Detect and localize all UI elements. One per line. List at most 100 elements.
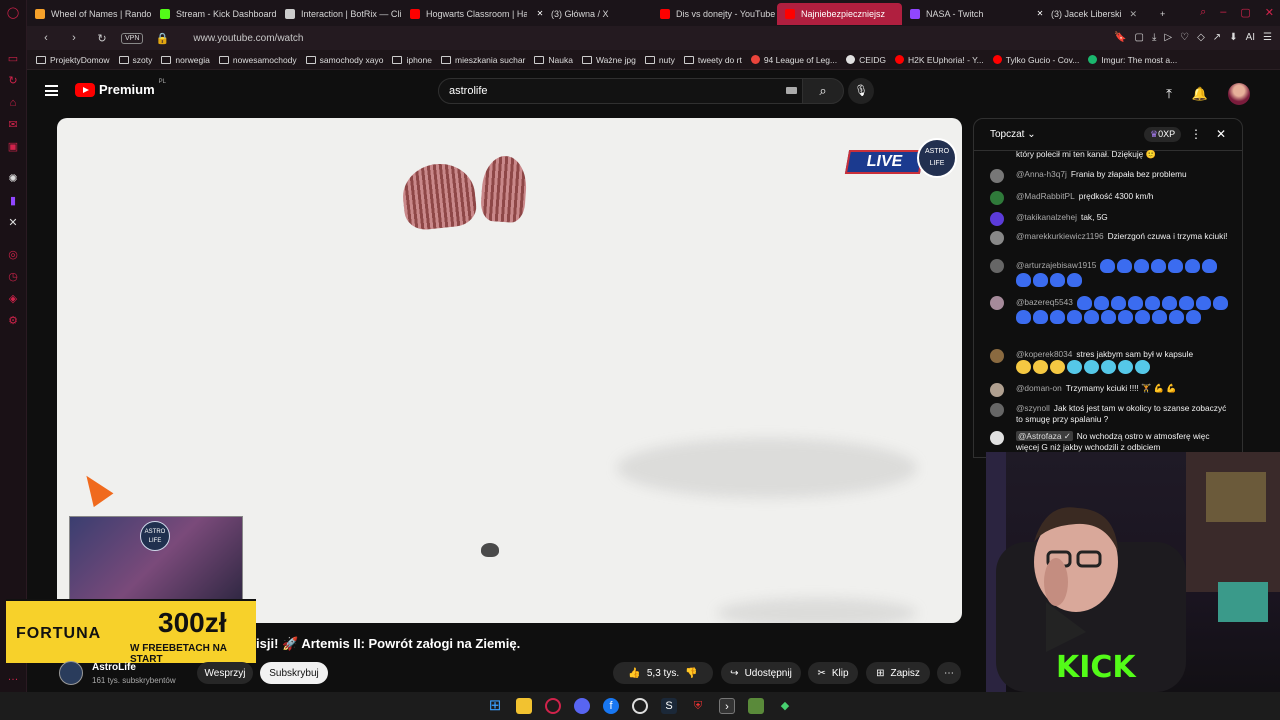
bookmark-icon[interactable]: 🔖	[1114, 32, 1126, 43]
cube-icon[interactable]: ◈	[6, 292, 20, 306]
bookmark-folder[interactable]: nuty	[644, 55, 675, 65]
tab-jacek-liberski[interactable]: ✕ (3) Jacek Liberski ✕	[1027, 3, 1152, 25]
bookmark-site[interactable]: 94 League of Leg...	[750, 55, 837, 65]
youtube-premium-logo[interactable]: Premium PL	[75, 79, 166, 97]
vpn-badge[interactable]: VPN	[121, 32, 144, 44]
chatgpt-icon[interactable]: ✺	[6, 172, 20, 186]
bookmark-folder[interactable]: tweety do rt	[683, 55, 742, 65]
share-button[interactable]: ↪ Udostępnij	[721, 662, 801, 684]
tab-botrix[interactable]: Interaction | BotRix — Cli	[277, 3, 402, 25]
bookmark-folder[interactable]: samochody xayo	[305, 55, 383, 65]
file-explorer-icon[interactable]	[516, 698, 532, 714]
video-player[interactable]: LIVE ASTRO LIFE ASTRO LIFE	[57, 118, 962, 623]
url-field[interactable]: www.youtube.com/watch	[193, 33, 303, 44]
tab-x-home[interactable]: ✕ (3) Główna / X	[527, 3, 652, 25]
keyboard-icon[interactable]	[786, 87, 797, 94]
minimize-button[interactable]: –	[1220, 6, 1226, 19]
opera-gx-icon[interactable]	[545, 698, 561, 714]
message-author[interactable]: @MadRabbitPL	[1016, 191, 1075, 201]
chat-mode-dropdown[interactable]: Topczat ⌄	[990, 129, 1036, 140]
heart-icon[interactable]: ♡	[1180, 32, 1189, 43]
downloads-icon[interactable]: ⬇	[1229, 32, 1237, 43]
search-tabs-icon[interactable]: ⌕	[1200, 6, 1206, 19]
like-icon[interactable]: 👍	[628, 668, 640, 679]
message-author[interactable]: @marekkurkiewicz1196	[1016, 231, 1104, 241]
opera-logo-icon[interactable]: ◯	[6, 6, 20, 20]
voice-search-button[interactable]: 🎙	[848, 78, 874, 104]
share-icon[interactable]: ↗	[1213, 32, 1221, 43]
messenger-icon[interactable]: ✉	[6, 118, 20, 132]
terminal-icon[interactable]: ›	[719, 698, 735, 714]
back-icon[interactable]: ‹	[37, 32, 55, 44]
player-icon[interactable]: ◎	[6, 248, 20, 262]
user-avatar[interactable]	[990, 403, 1004, 417]
close-window-button[interactable]: ✕	[1265, 6, 1274, 19]
bookmark-site[interactable]: Tylko Gucio - Cov...	[992, 55, 1079, 65]
account-avatar[interactable]	[1228, 83, 1250, 105]
forward-icon[interactable]: ›	[65, 32, 83, 44]
ai-button[interactable]: AI	[1246, 32, 1255, 43]
fortuna-ad-banner[interactable]: FORTUNA 300zł W FREEBETACH NA START	[6, 599, 256, 665]
message-author[interactable]: @szynoll	[1016, 403, 1050, 413]
maximize-button[interactable]: ▢	[1240, 6, 1250, 19]
gem-icon[interactable]: ◆	[777, 698, 793, 714]
bookmark-folder[interactable]: mieszkania suchar	[441, 55, 525, 65]
tab-nasa-twitch[interactable]: NASA - Twitch	[902, 3, 1027, 25]
close-chat-icon[interactable]: ✕	[1216, 127, 1226, 141]
message-author[interactable]: @doman-on	[1016, 383, 1062, 393]
more-actions-button[interactable]: ⋯	[937, 662, 961, 684]
shield-icon[interactable]: ⛨	[690, 698, 706, 714]
user-avatar[interactable]	[990, 296, 1004, 310]
mail-icon[interactable]: ▣	[6, 140, 20, 154]
search-button[interactable]: ⌕	[802, 78, 844, 104]
save-button[interactable]: ⊞ Zapisz	[866, 662, 930, 684]
bookmark-folder[interactable]: nowesamochody	[218, 55, 297, 65]
bookmark-site[interactable]: CEIDG	[846, 55, 886, 65]
settings-icon[interactable]: ⚙	[6, 314, 20, 328]
clock-icon[interactable]: ◷	[6, 270, 20, 284]
bookmark-folder[interactable]: norwegia	[161, 55, 210, 65]
tab-hogwarts[interactable]: Hogwarts Classroom | Ha	[402, 3, 527, 25]
hamburger-menu-icon[interactable]	[45, 85, 58, 96]
download-icon[interactable]: ⤓	[1152, 32, 1156, 43]
user-avatar[interactable]	[990, 349, 1004, 363]
dislike-icon[interactable]: 👎	[685, 668, 697, 679]
notifications-bell-icon[interactable]: 🔔	[1192, 86, 1208, 102]
bookmark-folder[interactable]: iphone	[392, 55, 432, 65]
user-avatar[interactable]	[990, 191, 1004, 205]
bookmark-folder[interactable]: Nauka	[534, 55, 573, 65]
clip-button[interactable]: ✂ Klip	[808, 662, 858, 684]
facebook-icon[interactable]: f	[603, 698, 619, 714]
message-author[interactable]: @Anna-h3q7j	[1016, 169, 1067, 179]
user-avatar[interactable]	[990, 259, 1004, 273]
user-avatar[interactable]	[990, 169, 1004, 183]
play-icon[interactable]: ▷	[1164, 32, 1172, 43]
bookmark-site[interactable]: Imgur: The most a...	[1088, 55, 1177, 65]
close-tab-icon[interactable]: ✕	[1130, 9, 1138, 20]
bookmark-folder[interactable]: szoty	[118, 55, 152, 65]
support-button[interactable]: Wesprzyj	[197, 662, 253, 684]
user-avatar[interactable]	[990, 383, 1004, 397]
like-count[interactable]: 5,3 tys.	[647, 668, 679, 679]
new-tab-button[interactable]: +	[1152, 3, 1173, 25]
channel-avatar[interactable]	[59, 661, 83, 685]
user-avatar[interactable]	[990, 431, 1004, 445]
menu-icon[interactable]: ☰	[1263, 32, 1272, 43]
wallet-icon[interactable]: ▭	[6, 52, 20, 66]
twitch-icon[interactable]: ▮	[6, 194, 20, 208]
message-author[interactable]: @arturzajebisaw1915	[1016, 260, 1096, 270]
xp-badge[interactable]: ♛0XP	[1144, 127, 1182, 142]
message-author[interactable]: @takikanalzehej	[1016, 212, 1077, 222]
upload-icon[interactable]: ⤒	[1166, 86, 1172, 102]
windows-start-icon[interactable]: ⊞	[487, 698, 503, 714]
user-avatar[interactable]	[990, 212, 1004, 226]
bookmark-folder[interactable]: ProjektyDomow	[36, 55, 110, 65]
minecraft-icon[interactable]	[748, 698, 764, 714]
extensions-icon[interactable]: ◇	[1197, 32, 1205, 43]
subscribe-button[interactable]: Subskrybuj	[260, 662, 328, 684]
x-icon[interactable]: ✕	[6, 216, 20, 230]
chat-options-icon[interactable]: ⋮	[1190, 127, 1202, 141]
more-icon[interactable]: …	[6, 670, 20, 684]
channel-name[interactable]: AstroLife	[92, 662, 136, 673]
user-avatar[interactable]	[990, 231, 1004, 245]
